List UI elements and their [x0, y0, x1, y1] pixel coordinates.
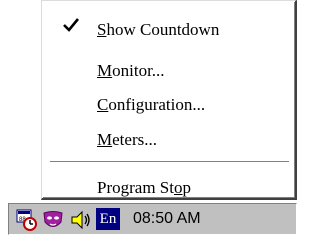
taskbar-tray: 88 En 08:50 AM: [0, 200, 303, 246]
menu-separator: [50, 161, 289, 163]
checkmark-icon: [63, 18, 80, 32]
clock[interactable]: 08:50 AM: [133, 208, 201, 230]
system-tray: 88 En 08:50 AM: [8, 203, 297, 235]
menu-item-program-stop[interactable]: Program Stop: [42, 173, 295, 203]
menu-item-configuration[interactable]: Configuration...: [42, 90, 295, 120]
countdown-timer-icon[interactable]: 88: [15, 208, 39, 232]
menu-item-monitor[interactable]: Monitor...: [42, 56, 295, 86]
menu-item-monitor-label: Monitor...: [97, 61, 165, 80]
menu-item-meters-label: Meters...: [97, 130, 157, 149]
menu-item-program-stop-label: Program Stop: [97, 178, 191, 197]
menu-item-meters[interactable]: Meters...: [42, 125, 295, 155]
speaker-icon[interactable]: [69, 208, 93, 232]
screen: Show Countdown Monitor... Configuration.…: [0, 0, 303, 246]
menu-item-show-countdown-label: Show Countdown: [97, 20, 220, 39]
language-indicator[interactable]: En: [96, 208, 120, 230]
menu-item-configuration-label: Configuration...: [97, 95, 206, 114]
menu-item-show-countdown[interactable]: Show Countdown: [42, 15, 295, 45]
tray-context-menu: Show Countdown Monitor... Configuration.…: [41, 0, 297, 200]
mask-icon[interactable]: [41, 208, 65, 232]
